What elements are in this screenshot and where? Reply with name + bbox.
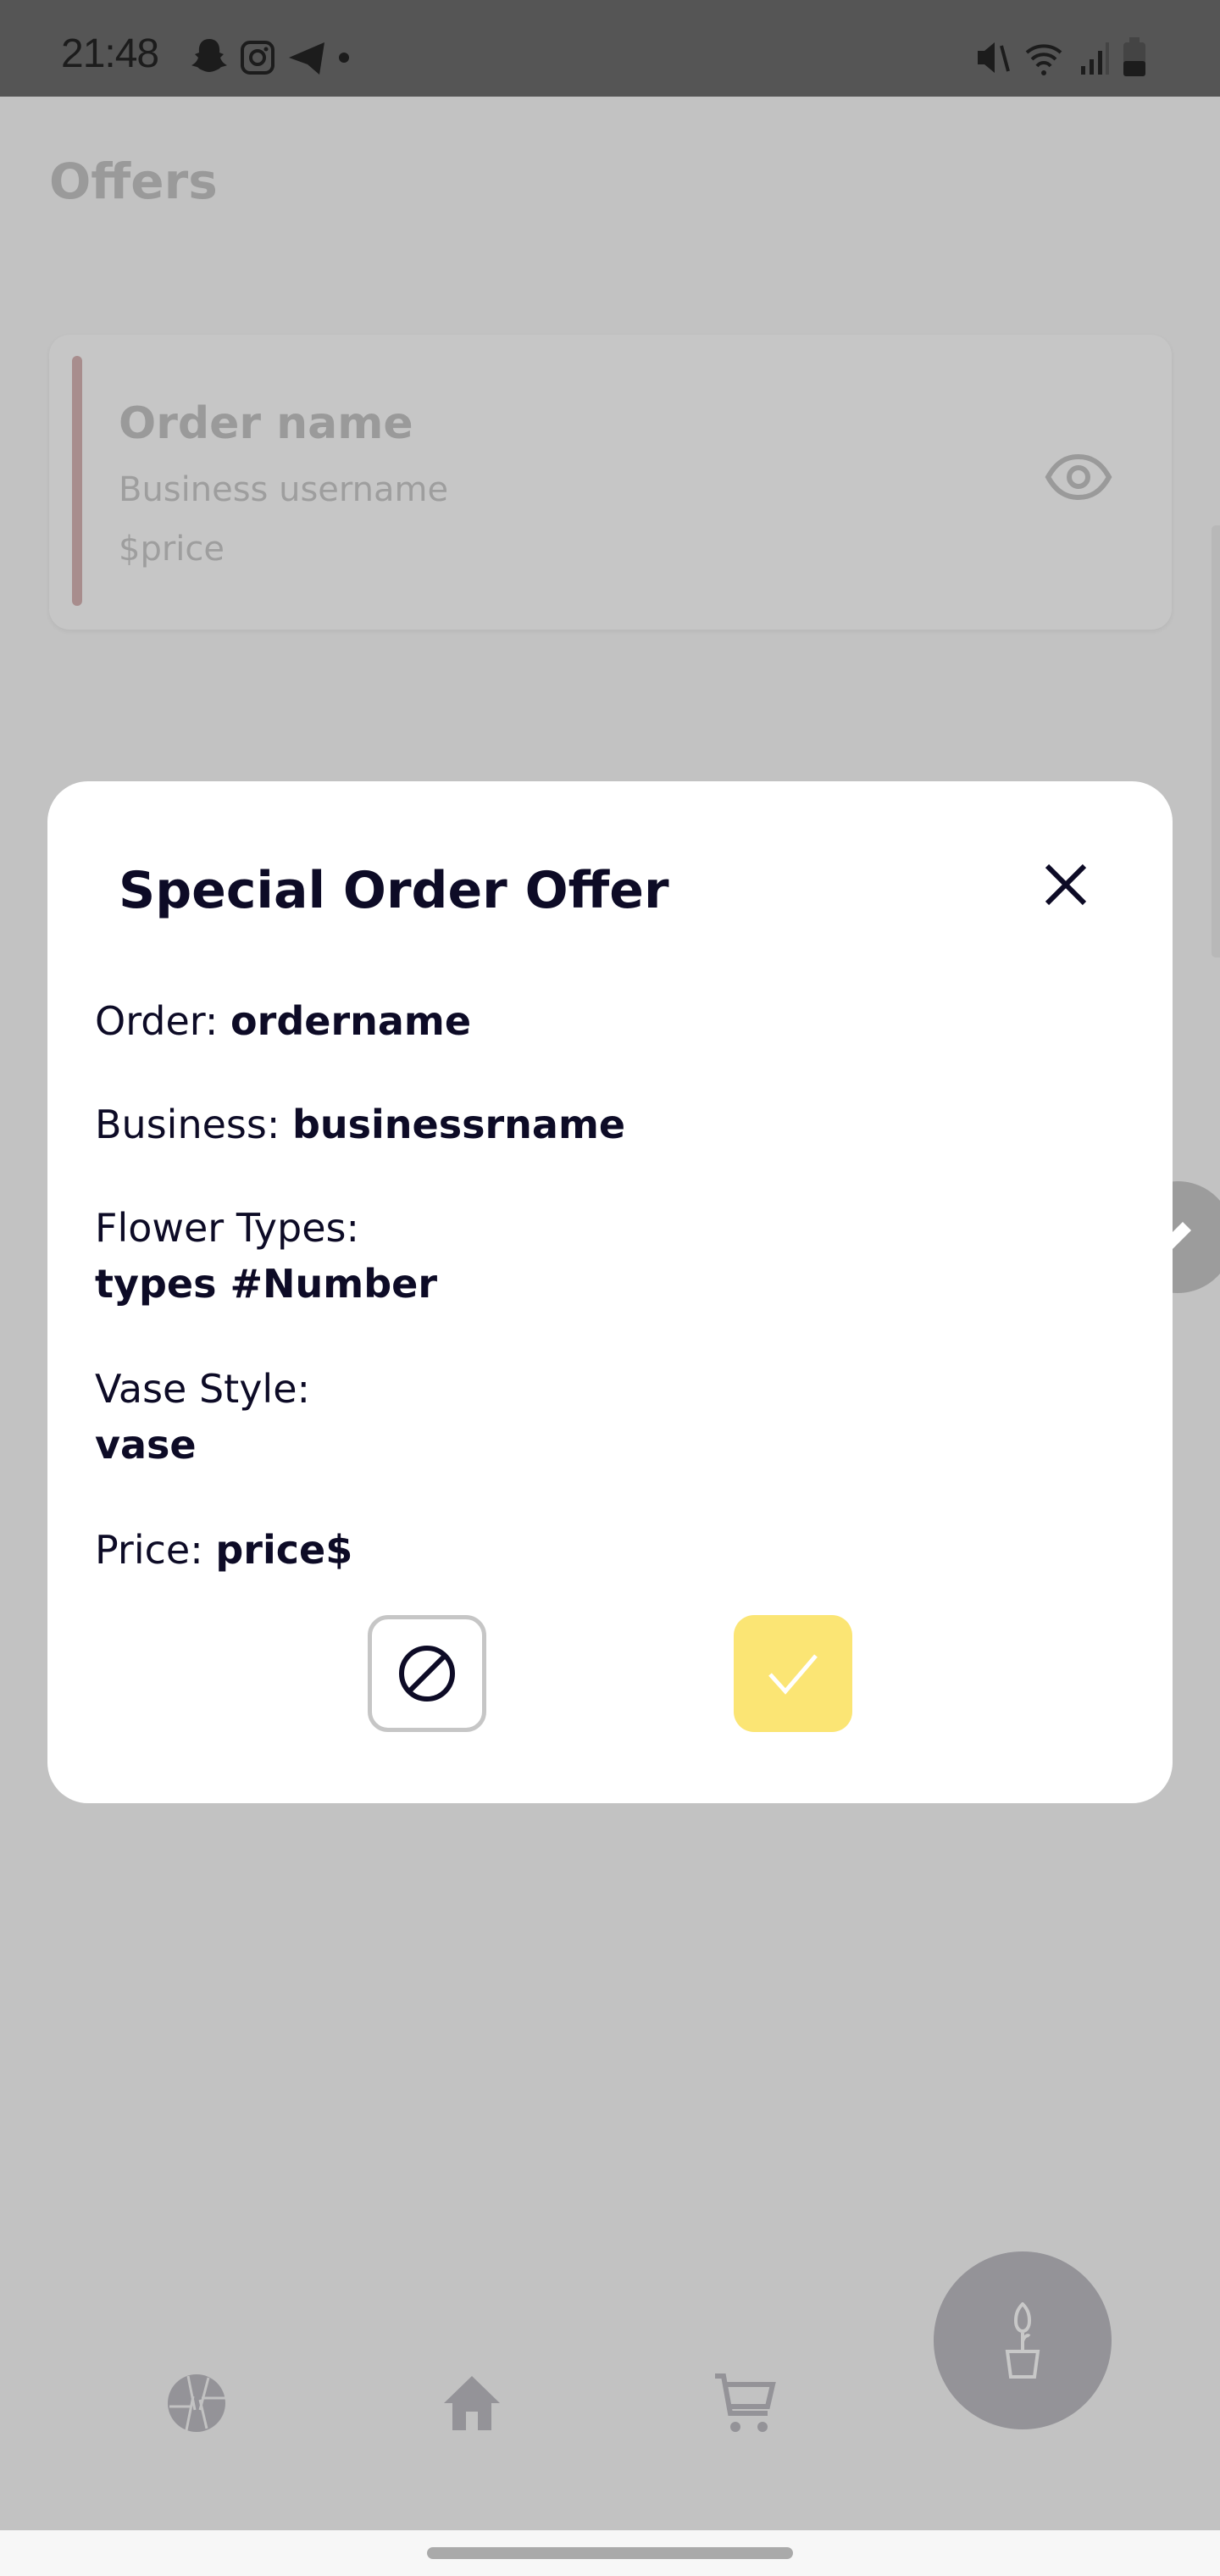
order-value: ordername	[230, 998, 472, 1044]
scrollbar[interactable]	[1212, 525, 1220, 958]
notification-icons	[191, 37, 350, 78]
check-icon	[768, 1654, 818, 1695]
vase-value: vase	[95, 1422, 197, 1468]
home-nav-icon[interactable]	[441, 2373, 503, 2434]
reject-button[interactable]	[368, 1615, 486, 1732]
instagram-icon	[241, 41, 274, 75]
flower-fab-button[interactable]	[934, 2251, 1112, 2429]
flower-value: types #Number	[95, 1261, 438, 1307]
home-indicator[interactable]	[427, 2547, 793, 2559]
accept-button[interactable]	[734, 1615, 852, 1732]
business-value: businessrname	[291, 1102, 626, 1147]
mute-icon	[978, 42, 1010, 73]
special-order-dialog: Special Order Offer Order: ordername Bus…	[47, 781, 1173, 1803]
order-label: Order:	[95, 998, 231, 1044]
order-row: Order: ordername	[95, 998, 471, 1044]
snapchat-icon	[191, 39, 227, 72]
eye-icon[interactable]	[1045, 453, 1112, 501]
system-icons	[976, 37, 1147, 78]
potted-flower-icon	[1005, 2302, 1040, 2379]
business-username: Business username	[119, 470, 449, 509]
status-time: 21:48	[61, 31, 159, 76]
card-accent-bar	[72, 356, 82, 606]
telegram-icon	[289, 42, 324, 75]
close-icon[interactable]	[1039, 858, 1093, 912]
offer-card[interactable]: Order name Business username $price	[49, 335, 1172, 630]
battery-icon	[1123, 37, 1145, 76]
offer-price: $price	[119, 530, 225, 569]
business-row: Business: businessrname	[95, 1102, 625, 1147]
price-label: Price:	[95, 1527, 216, 1573]
status-bar: 21:48	[0, 0, 1220, 97]
flower-label: Flower Types:	[95, 1205, 359, 1251]
wifi-icon	[1025, 44, 1062, 75]
order-name: Order name	[119, 398, 413, 449]
business-label: Business:	[95, 1102, 292, 1147]
gesture-bar	[0, 2530, 1220, 2576]
camera-nav-icon[interactable]	[166, 2373, 227, 2434]
price-row: Price: price$	[95, 1527, 352, 1573]
dialog-title: Special Order Offer	[119, 861, 669, 920]
signal-icon	[1081, 42, 1109, 75]
dot-icon	[339, 53, 349, 63]
price-value: price$	[215, 1527, 353, 1573]
block-icon	[399, 1646, 455, 1702]
page-title: Offers	[49, 153, 218, 210]
vase-label: Vase Style:	[95, 1366, 311, 1412]
cart-nav-icon[interactable]	[713, 2373, 776, 2435]
